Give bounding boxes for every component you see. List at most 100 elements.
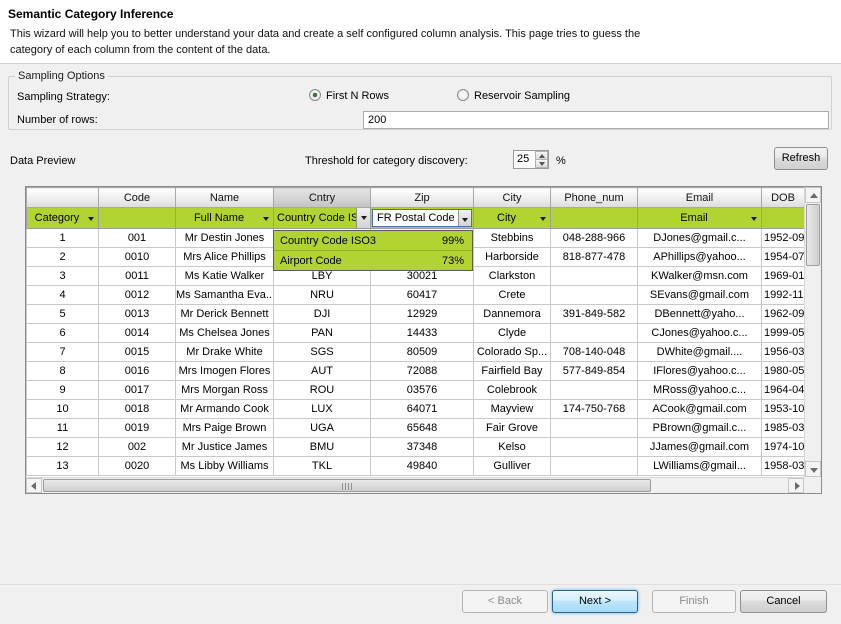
table-cell: 577-849-854 bbox=[551, 362, 638, 381]
col-header-zip[interactable]: Zip bbox=[371, 188, 474, 208]
row-number-cell: 3 bbox=[27, 267, 99, 286]
col-header-phone[interactable]: Phone_num bbox=[551, 188, 638, 208]
scroll-right-button[interactable] bbox=[788, 478, 804, 493]
table-cell: 1964-04-25 bbox=[762, 381, 805, 400]
data-preview-label: Data Preview bbox=[10, 155, 75, 167]
table-row[interactable]: 90017Mrs Morgan RossROU03576ColebrookMRo… bbox=[27, 381, 805, 400]
next-button[interactable]: Next > bbox=[552, 590, 638, 613]
dropdown-option[interactable]: Country Code ISO3 99% bbox=[274, 231, 472, 251]
zip-category-combobox[interactable]: FR Postal Code bbox=[372, 209, 472, 227]
table-cell: APhillips@yahoo... bbox=[638, 248, 762, 267]
table-cell: 1952-09-15 bbox=[762, 229, 805, 248]
combo-arrow-button[interactable] bbox=[356, 208, 370, 228]
table-cell: Colebrook bbox=[474, 381, 551, 400]
col-header-rownum[interactable] bbox=[27, 188, 99, 208]
col-header-code[interactable]: Code bbox=[99, 188, 176, 208]
row-number-cell: 1 bbox=[27, 229, 99, 248]
wizard-dialog: Semantic Category Inference This wizard … bbox=[0, 0, 841, 624]
category-combo-email[interactable]: Email bbox=[638, 208, 762, 229]
back-button[interactable]: < Back bbox=[462, 590, 548, 613]
vertical-scrollbar[interactable] bbox=[804, 187, 821, 477]
category-selector-row: Category Full Name Country Code ISO FR P… bbox=[27, 208, 805, 229]
category-combo-zip[interactable]: FR Postal Code bbox=[371, 208, 474, 229]
radio-reservoir-sampling[interactable]: Reservoir Sampling bbox=[457, 89, 570, 102]
table-row[interactable]: 100018Mr Armando CookLUX64071Mayview174-… bbox=[27, 400, 805, 419]
col-header-city[interactable]: City bbox=[474, 188, 551, 208]
table-cell: Mayview bbox=[474, 400, 551, 419]
table-cell: Ms Katie Walker bbox=[176, 267, 274, 286]
table-cell: 37348 bbox=[371, 438, 474, 457]
table-cell: 1956-03-25 bbox=[762, 343, 805, 362]
row-number-cell: 12 bbox=[27, 438, 99, 457]
combo-arrow-icon bbox=[263, 217, 269, 221]
scroll-up-button[interactable] bbox=[805, 187, 821, 203]
scroll-left-button[interactable] bbox=[26, 478, 42, 493]
table-cell: IFlores@yahoo.c... bbox=[638, 362, 762, 381]
table-cell: KWalker@msn.com bbox=[638, 267, 762, 286]
spinner-down-button[interactable] bbox=[535, 159, 548, 168]
table-row[interactable]: 70015Mr Drake WhiteSGS80509Colorado Sp..… bbox=[27, 343, 805, 362]
table-row[interactable]: 130020Ms Libby WilliamsTKL49840GulliverL… bbox=[27, 457, 805, 476]
dropdown-option-confidence: 73% bbox=[442, 255, 464, 267]
table-row[interactable]: 40012Ms Samantha Eva...NRU60417CreteSEva… bbox=[27, 286, 805, 305]
table-cell: 64071 bbox=[371, 400, 474, 419]
table-cell: Mrs Paige Brown bbox=[176, 419, 274, 438]
table-cell: 0018 bbox=[99, 400, 176, 419]
col-header-name[interactable]: Name bbox=[176, 188, 274, 208]
table-row[interactable]: 60014Ms Chelsea JonesPAN14433ClydeCJones… bbox=[27, 324, 805, 343]
col-header-cntry[interactable]: Cntry bbox=[274, 188, 371, 208]
radio-first-n-rows[interactable]: First N Rows bbox=[309, 89, 389, 102]
combo-arrow-button[interactable] bbox=[458, 210, 471, 226]
table-cell: 60417 bbox=[371, 286, 474, 305]
table-cell: Mrs Imogen Flores bbox=[176, 362, 274, 381]
table-cell: DJones@gmail.c... bbox=[638, 229, 762, 248]
combo-arrow-icon bbox=[88, 217, 94, 221]
category-combo-rownum[interactable]: Category bbox=[27, 208, 99, 229]
wizard-button-bar: < Back Next > Finish Cancel bbox=[0, 584, 841, 624]
table-cell bbox=[551, 457, 638, 476]
radio-selected-icon[interactable] bbox=[309, 89, 321, 101]
table-cell: DJI bbox=[274, 305, 371, 324]
table-cell: Fair Grove bbox=[474, 419, 551, 438]
cancel-button[interactable]: Cancel bbox=[740, 590, 827, 613]
category-combo-dob[interactable] bbox=[762, 208, 805, 229]
category-combo-name[interactable]: Full Name bbox=[176, 208, 274, 229]
category-combo-code[interactable] bbox=[99, 208, 176, 229]
table-cell: Mr Destin Jones bbox=[176, 229, 274, 248]
scroll-down-button[interactable] bbox=[805, 461, 821, 477]
horizontal-scrollbar-thumb[interactable] bbox=[43, 479, 651, 492]
category-combo-cntry[interactable]: Country Code ISO bbox=[274, 208, 371, 229]
table-cell: 49840 bbox=[371, 457, 474, 476]
dropdown-option[interactable]: Airport Code 73% bbox=[274, 251, 472, 271]
radio-unselected-icon[interactable] bbox=[457, 89, 469, 101]
number-of-rows-input[interactable] bbox=[363, 111, 829, 129]
table-cell: 0017 bbox=[99, 381, 176, 400]
row-number-cell: 5 bbox=[27, 305, 99, 324]
table-row[interactable]: 110019Mrs Paige BrownUGA65648Fair GroveP… bbox=[27, 419, 805, 438]
spinner-down-icon bbox=[539, 162, 545, 166]
finish-button[interactable]: Finish bbox=[652, 590, 736, 613]
table-row[interactable]: 50013Mr Derick BennettDJI12929Dannemora3… bbox=[27, 305, 805, 324]
horizontal-scrollbar[interactable] bbox=[26, 477, 804, 493]
table-cell: 002 bbox=[99, 438, 176, 457]
table-row[interactable]: 80016Mrs Imogen FloresAUT72088Fairfield … bbox=[27, 362, 805, 381]
number-of-rows-label: Number of rows: bbox=[17, 114, 98, 126]
threshold-value[interactable]: 25 bbox=[514, 151, 535, 168]
category-combo-city[interactable]: City bbox=[474, 208, 551, 229]
table-cell: 1980-05-31 bbox=[762, 362, 805, 381]
col-header-dob[interactable]: DOB bbox=[762, 188, 805, 208]
table-cell: Mrs Alice Phillips bbox=[176, 248, 274, 267]
table-cell: NRU bbox=[274, 286, 371, 305]
table-row[interactable]: 12002Mr Justice JamesBMU37348KelsoJJames… bbox=[27, 438, 805, 457]
col-header-email[interactable]: Email bbox=[638, 188, 762, 208]
table-cell bbox=[551, 438, 638, 457]
category-dropdown-popup: Country Code ISO3 99% Airport Code 73% bbox=[273, 230, 473, 271]
radio-first-n-rows-label: First N Rows bbox=[326, 90, 389, 102]
category-combo-phone[interactable] bbox=[551, 208, 638, 229]
refresh-button[interactable]: Refresh bbox=[774, 147, 828, 170]
table-cell: 03576 bbox=[371, 381, 474, 400]
table-cell: Dannemora bbox=[474, 305, 551, 324]
table-cell: 818-877-478 bbox=[551, 248, 638, 267]
vertical-scrollbar-thumb[interactable] bbox=[806, 204, 820, 266]
threshold-spinner[interactable]: 25 bbox=[513, 150, 549, 169]
